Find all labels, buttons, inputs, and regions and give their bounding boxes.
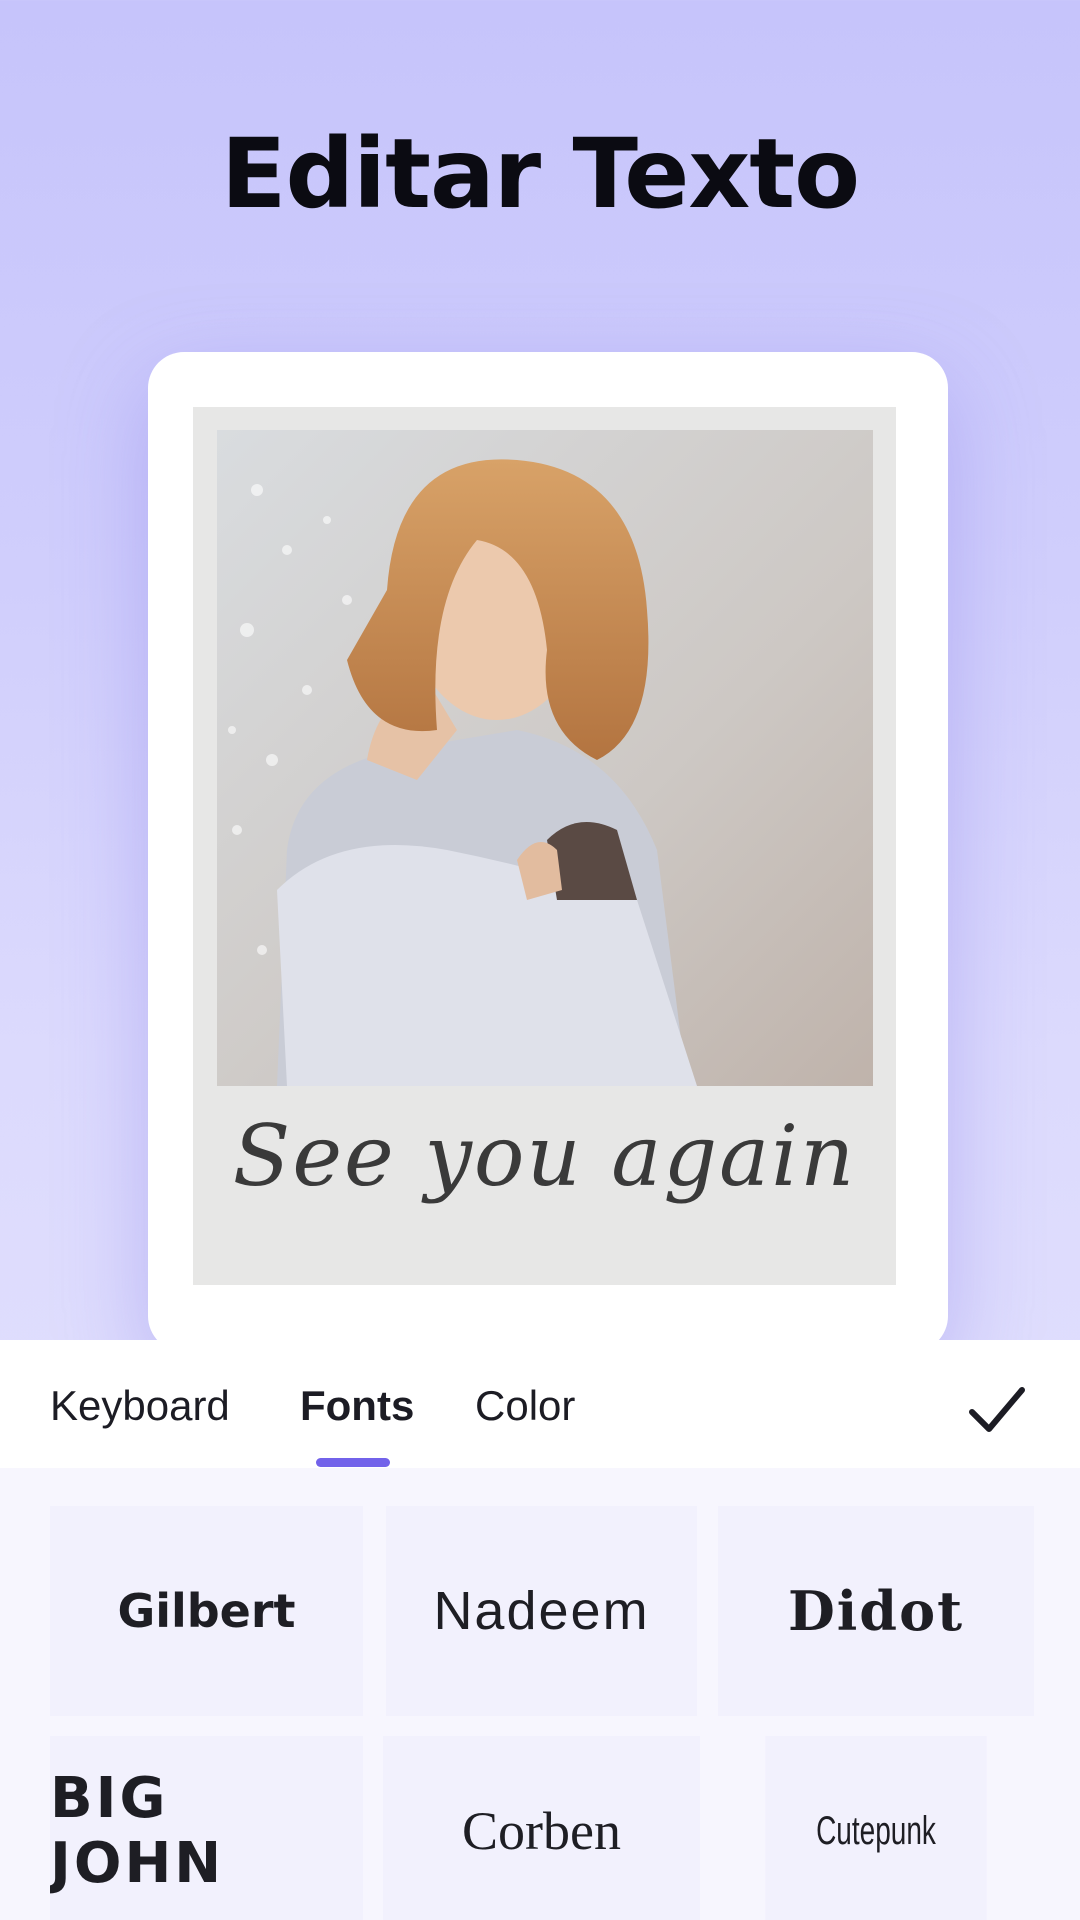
page-title: Editar Texto — [220, 118, 860, 230]
font-option-gilbert[interactable]: Gilbert — [50, 1506, 363, 1716]
preview-photo — [217, 430, 873, 1086]
done-button[interactable] — [962, 1376, 1032, 1446]
font-option-didot[interactable]: Didot — [718, 1506, 1034, 1716]
font-option-big-john[interactable]: BIG JOHN — [50, 1736, 363, 1920]
preview-caption-text[interactable]: See you again — [193, 1107, 896, 1205]
active-tab-indicator — [316, 1458, 390, 1467]
preview-card: See you again — [148, 352, 948, 1352]
font-option-cutepunk[interactable]: Cutepunk — [765, 1736, 987, 1920]
font-option-corben[interactable]: Corben — [383, 1736, 700, 1920]
check-icon — [969, 1387, 1025, 1432]
tab-color[interactable]: Color — [475, 1382, 575, 1430]
tab-keyboard[interactable]: Keyboard — [50, 1382, 230, 1430]
tab-bar: Keyboard Fonts Color — [0, 1340, 1080, 1468]
text-editor-panel: Keyboard Fonts Color Gilbert Nadeem Dido… — [0, 1340, 1080, 1920]
woman-photo-illustration — [217, 430, 873, 1086]
font-option-nadeem[interactable]: Nadeem — [386, 1506, 697, 1716]
polaroid-frame: See you again — [193, 407, 896, 1285]
tab-fonts[interactable]: Fonts — [300, 1382, 414, 1430]
